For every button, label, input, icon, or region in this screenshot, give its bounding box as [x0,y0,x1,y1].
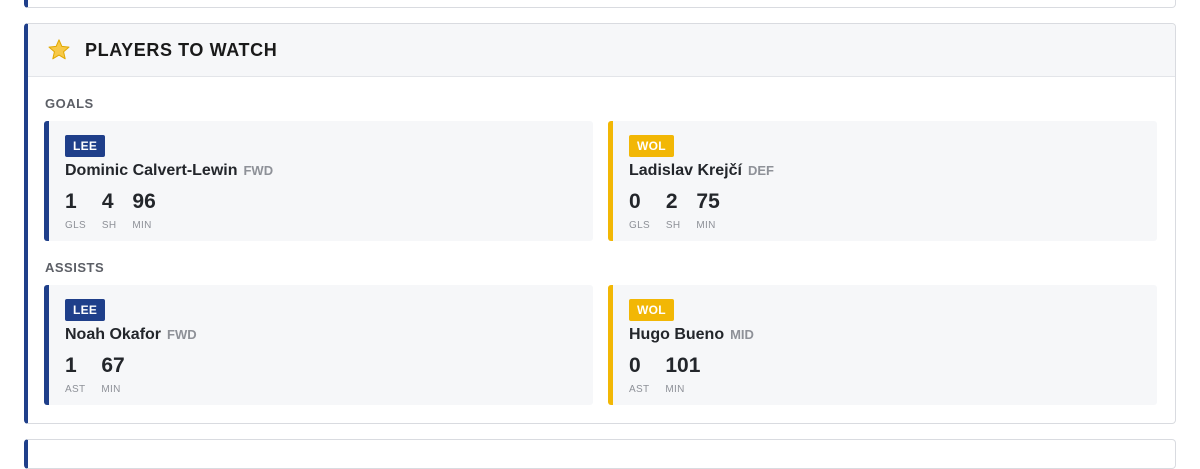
stat-label: SH [101,220,117,231]
stat-value: 0 [629,190,641,213]
team-badge: WOL [629,299,674,321]
stat-label: SH [665,220,681,231]
stat-item: 0 GLS [629,189,650,231]
stat-item: 4 SH [102,189,117,231]
stat-value: 4 [101,190,114,213]
stat-value: 75 [696,190,720,213]
player-name: Hugo Bueno [629,326,725,343]
stat-value: 1 [65,354,77,377]
star-icon [46,37,72,63]
player-position: MID [730,327,754,342]
player-position: FWD [167,327,197,342]
stat-value: 1 [65,190,77,213]
previous-card [24,0,1176,8]
stat-item: 75 MIN [696,189,719,231]
stat-label: GLS [629,220,650,231]
card-title: PLAYERS TO WATCH [85,39,278,60]
stat-item: 96 MIN [132,189,155,231]
stat-value: 0 [629,354,641,377]
team-badge: LEE [65,135,106,157]
player-card[interactable]: LEE Dominic Calvert-Lewin FWD 1 GLS 4 SH … [44,121,593,241]
section-label-goals: GOALS [45,96,94,111]
stat-value: 96 [132,190,156,213]
stat-item: 101 MIN [665,353,700,395]
stat-label: MIN [101,384,121,395]
player-stats: 1 GLS 4 SH 96 MIN [65,189,172,231]
player-position: FWD [243,163,274,178]
player-name: Noah Okafor [65,326,162,343]
stat-label: GLS [65,220,86,231]
player-name: Ladislav Krejčí [629,162,742,179]
player-stats: 0 AST 101 MIN [629,353,716,395]
player-position: DEF [747,163,774,178]
card-header: PLAYERS TO WATCH [28,24,1175,77]
player-card[interactable]: WOL Ladislav Krejčí DEF 0 GLS 2 SH 75 MIN [608,121,1157,241]
stat-label: AST [629,384,650,395]
stat-item: 67 MIN [101,353,124,395]
stat-label: AST [65,384,86,395]
stat-label: MIN [132,220,152,231]
stat-value: 67 [101,354,125,377]
stat-item: 1 AST [65,353,85,395]
player-stats: 1 AST 67 MIN [65,353,141,395]
team-badge: WOL [629,135,674,157]
player-name: Dominic Calvert-Lewin [65,162,238,179]
stat-label: MIN [696,220,716,231]
player-card[interactable]: WOL Hugo Bueno MID 0 AST 101 MIN [608,285,1157,405]
stat-item: 0 AST [629,353,649,395]
player-stats: 0 GLS 2 SH 75 MIN [629,189,736,231]
team-badge: LEE [65,299,106,321]
player-card[interactable]: LEE Noah Okafor FWD 1 AST 67 MIN [44,285,593,405]
stat-value: 2 [665,190,678,213]
stat-item: 1 GLS [65,189,86,231]
stat-item: 2 SH [666,189,681,231]
section-label-assists: ASSISTS [45,260,105,275]
next-card [24,439,1176,469]
stat-label: MIN [665,384,685,395]
players-to-watch-card: PLAYERS TO WATCH GOALS LEE Dominic Calve… [24,23,1176,424]
stat-value: 101 [665,354,701,377]
